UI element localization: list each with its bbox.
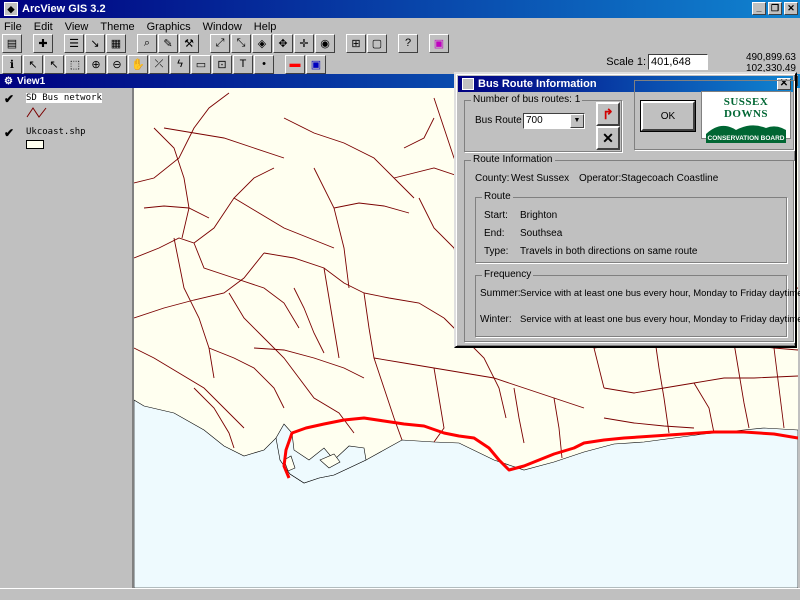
- scale-input[interactable]: [648, 54, 708, 70]
- select-features-icon[interactable]: ⊞: [346, 33, 366, 53]
- theme-visibility-checkbox[interactable]: ✔: [4, 126, 14, 140]
- minimize-button[interactable]: _: [752, 2, 766, 15]
- text-icon[interactable]: T: [233, 54, 253, 74]
- zoom-to-full-extent-icon[interactable]: ⤢: [210, 33, 230, 53]
- theme-name: SD Bus network: [26, 93, 102, 103]
- app-title: ArcView GIS 3.2: [22, 3, 106, 15]
- identify-icon[interactable]: ℹ: [2, 54, 22, 74]
- route-query-icon[interactable]: ▣: [306, 54, 326, 74]
- clear-route-button[interactable]: ✕: [596, 126, 620, 150]
- start-value: Brighton: [520, 210, 558, 221]
- app-titlebar: ◆ ArcView GIS 3.2 _ ❐ ✕: [0, 0, 800, 18]
- theme-ukcoast[interactable]: ✔ Ukcoast.shp: [0, 122, 132, 152]
- view-icon: ⚙: [4, 75, 13, 87]
- route-information-label: Route Information: [471, 154, 555, 165]
- zoom-out-tool-icon[interactable]: ⊖: [107, 54, 127, 74]
- summer-value: Service with at least one bus every hour…: [520, 288, 800, 299]
- scale-label: Scale 1:: [606, 56, 646, 68]
- restore-button[interactable]: ❐: [768, 2, 782, 15]
- bus-route-tool-icon[interactable]: ▣: [429, 33, 449, 53]
- edit-legend-icon[interactable]: ↘: [85, 33, 105, 53]
- theme-name: Ukcoast.shp: [26, 127, 86, 137]
- route-information-group: Route Information County: West Sussex Op…: [464, 154, 800, 342]
- draw-point-icon[interactable]: •: [254, 54, 274, 74]
- frequency-group: Frequency Summer: Service with at least …: [475, 269, 800, 337]
- save-project-icon[interactable]: ▤: [2, 33, 22, 53]
- start-label: Start:: [484, 210, 508, 221]
- button-bar: ▤ ✚ ☰ ↘ ▦ ⌕ ✎ ⚒ ⤢ ⤡ ◈ ✥ ✛ ◉ ⊞ ▢ ? ▣: [0, 32, 800, 54]
- pan-icon[interactable]: ✋: [128, 54, 148, 74]
- bus-route-value: 700: [526, 115, 543, 126]
- zoom-to-active-themes-icon[interactable]: ⤡: [231, 33, 251, 53]
- route-group: Route Start: Brighton End: Southsea Type…: [475, 191, 787, 263]
- operator-value: Stagecoach Coastline: [621, 173, 719, 184]
- end-value: Southsea: [520, 228, 563, 239]
- bus-route-label: Bus Route: [475, 115, 522, 126]
- winter-value: Service with at least one bus every hour…: [520, 314, 800, 325]
- clear-selected-icon[interactable]: ▢: [367, 33, 387, 53]
- arcview-app-icon: ◆: [4, 2, 18, 16]
- open-table-icon[interactable]: ▦: [106, 33, 126, 53]
- end-label: End:: [484, 228, 505, 239]
- close-button[interactable]: ✕: [784, 2, 798, 15]
- logo-line1: SUSSEX DOWNS: [723, 96, 769, 120]
- show-route-button[interactable]: ↱: [596, 102, 620, 126]
- logo-line2: CONSERVATION BOARD: [706, 134, 786, 143]
- chevron-down-icon[interactable]: ▼: [570, 114, 584, 128]
- zoom-out-icon[interactable]: ✛: [294, 33, 314, 53]
- zoom-in-icon[interactable]: ✥: [273, 33, 293, 53]
- dialog-icon: [462, 78, 474, 90]
- find-icon[interactable]: ⌕: [137, 33, 157, 53]
- zoom-in-tool-icon[interactable]: ⊕: [86, 54, 106, 74]
- sussex-downs-logo: SUSSEX DOWNS CONSERVATION BOARD: [701, 91, 791, 143]
- table-of-contents: ✔ SD Bus network ✔ Ukcoast.shp: [0, 88, 134, 588]
- routes-count-label: Number of bus routes: 1: [471, 94, 583, 105]
- bus-icon[interactable]: ▬: [285, 54, 305, 74]
- frequency-label: Frequency: [482, 269, 534, 280]
- vertex-edit-icon[interactable]: ↖: [44, 54, 64, 74]
- zoom-previous-icon[interactable]: ◉: [315, 33, 335, 53]
- bus-route-select[interactable]: 700 ▼: [523, 113, 585, 129]
- status-bar: [0, 588, 800, 600]
- operator-label: Operator:: [579, 173, 622, 184]
- measure-icon[interactable]: ⤫: [149, 54, 169, 74]
- help-icon[interactable]: ?: [398, 33, 418, 53]
- pointer-icon[interactable]: ↖: [23, 54, 43, 74]
- view-title: View1: [16, 75, 46, 87]
- polygon-symbol-icon: [26, 140, 44, 149]
- zoom-to-selected-icon[interactable]: ◈: [252, 33, 272, 53]
- type-value: Travels in both directions on same route: [520, 246, 698, 257]
- winter-label: Winter:: [480, 314, 512, 325]
- summer-label: Summer:: [480, 288, 521, 299]
- sea-area: [134, 399, 798, 588]
- hotlink-icon[interactable]: ϟ: [170, 54, 190, 74]
- route-label: Route: [482, 191, 513, 202]
- theme-visibility-checkbox[interactable]: ✔: [4, 92, 14, 106]
- downs-hills-icon: [706, 125, 786, 134]
- line-symbol-icon: [26, 107, 47, 118]
- add-theme-icon[interactable]: ✚: [33, 33, 53, 53]
- locate-address-icon[interactable]: ✎: [158, 33, 178, 53]
- area-of-interest-icon[interactable]: ▭: [191, 54, 211, 74]
- query-builder-icon[interactable]: ⚒: [179, 33, 199, 53]
- county-label: County:: [475, 173, 510, 184]
- theme-bus-network[interactable]: ✔ SD Bus network: [0, 88, 132, 118]
- select-feature-icon[interactable]: ⬚: [65, 54, 85, 74]
- bus-route-info-dialog: Bus Route Information ✕ Number of bus ro…: [454, 72, 800, 348]
- coordinate-readout: 490,899.63 102,330.49: [746, 52, 796, 74]
- county-value: West Sussex: [511, 173, 570, 184]
- type-label: Type:: [484, 246, 509, 257]
- ok-logo-panel: OK SUSSEX DOWNS CONSERVATION BOARD: [634, 80, 794, 150]
- ok-button[interactable]: OK: [640, 100, 696, 132]
- theme-properties-icon[interactable]: ☰: [64, 33, 84, 53]
- scale-box: Scale 1:: [606, 54, 708, 70]
- dialog-title: Bus Route Information: [478, 78, 597, 90]
- coord-x: 490,899.63: [745, 52, 796, 63]
- label-icon[interactable]: ⊡: [212, 54, 232, 74]
